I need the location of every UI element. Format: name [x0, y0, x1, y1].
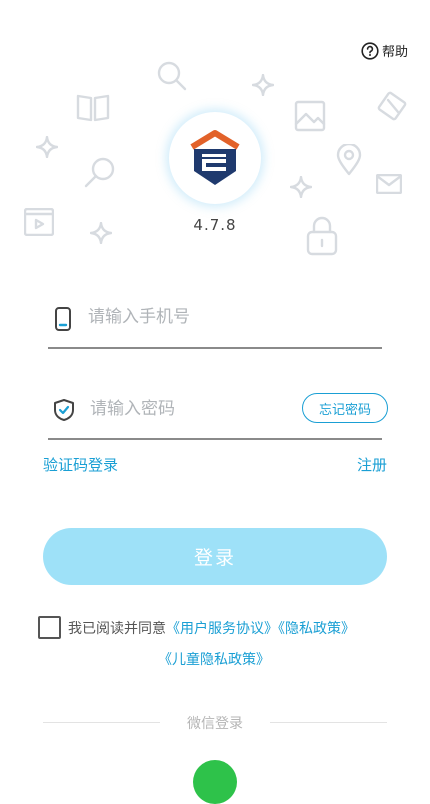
forgot-password-button[interactable]: 忘记密码 [301, 393, 388, 423]
location-doodle-icon [336, 144, 362, 176]
password-input[interactable] [88, 398, 292, 420]
password-field: 忘记密码 [48, 390, 388, 440]
wechat-icon[interactable] [193, 760, 237, 804]
sparkle-doodle-icon [290, 176, 312, 198]
wechat-login-label: 微信登录 [187, 716, 243, 732]
shield-check-icon [54, 399, 74, 421]
agreement-checkbox[interactable] [38, 616, 61, 639]
phone-field [48, 300, 382, 349]
search-doodle-icon [157, 61, 187, 91]
magnifier-doodle-icon [84, 157, 115, 188]
login-button[interactable]: 登录 [43, 528, 387, 585]
app-logo [169, 112, 261, 204]
agreement-line-2: 《儿童隐私政策》 [158, 649, 270, 669]
app-logo-icon [190, 130, 240, 185]
children-privacy-link[interactable]: 《儿童隐私政策》 [158, 652, 270, 668]
help-label: 帮助 [381, 45, 408, 60]
phone-input[interactable] [86, 306, 290, 328]
ticket-doodle-icon [377, 91, 407, 121]
agreement-line: 我已阅读并同意《用户服务协议》《隐私政策》 [68, 618, 355, 638]
privacy-policy-link[interactable]: 《隐私政策》 [278, 621, 355, 637]
register-link[interactable]: 注册 [357, 454, 387, 475]
divider-right [270, 722, 387, 723]
app-version: 4.7.8 [193, 216, 237, 234]
book-doodle-icon [76, 94, 110, 122]
sparkle-doodle-icon [252, 74, 274, 96]
mail-doodle-icon [376, 174, 402, 194]
question-circle-icon [361, 41, 379, 60]
sparkle-doodle-icon [36, 136, 58, 158]
agreement-prefix: 我已阅读并同意 [68, 621, 166, 637]
sms-login-link[interactable]: 验证码登录 [43, 454, 118, 475]
user-agreement-link[interactable]: 《用户服务协议》 [166, 621, 278, 637]
image-doodle-icon [294, 100, 326, 132]
phone-icon [55, 307, 71, 331]
help-button[interactable]: 帮助 [361, 41, 408, 60]
